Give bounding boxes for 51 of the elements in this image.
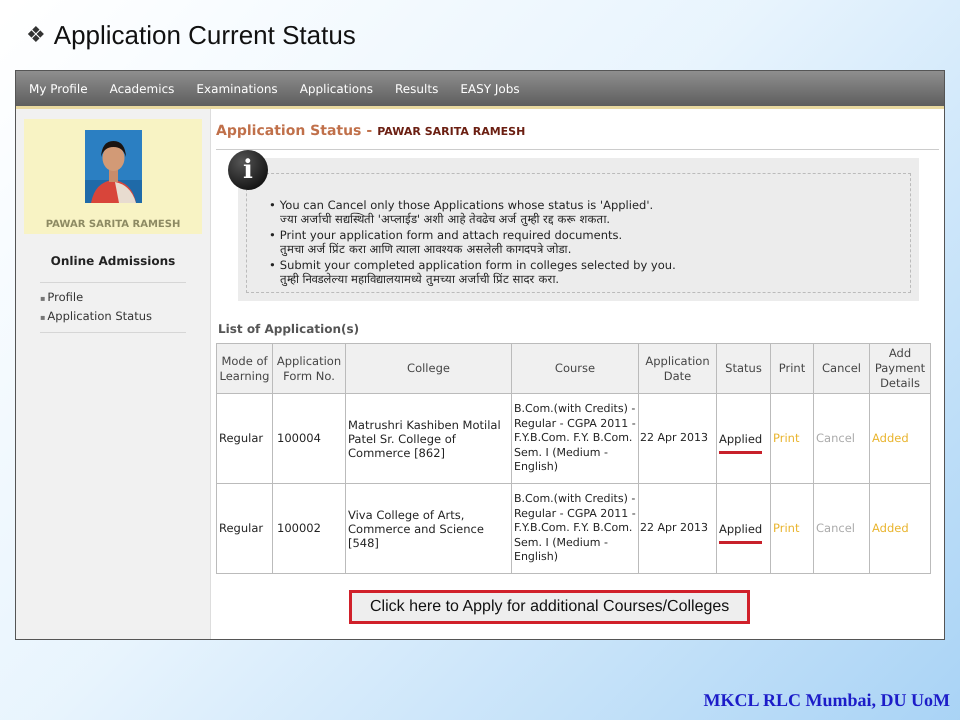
- nav-item[interactable]: My Profile: [29, 80, 88, 98]
- note-text: Submit your completed application form in colleges selected by you.: [280, 258, 676, 272]
- note-bullet: •: [269, 258, 276, 274]
- nav-item[interactable]: Applications: [300, 80, 373, 98]
- nav-item[interactable]: Academics: [110, 80, 174, 98]
- sidebar-link[interactable]: ▪ Application Status: [40, 308, 186, 326]
- nav-item[interactable]: EASY Jobs: [460, 80, 520, 98]
- note-bullet: •: [269, 228, 276, 244]
- column-header: Application Form No.: [272, 344, 346, 394]
- title-separator: -: [366, 122, 372, 141]
- table-cell: 100002: [272, 484, 346, 574]
- column-header: Course: [512, 344, 638, 394]
- student-name: PAWAR SARITA RAMESH: [46, 218, 180, 232]
- sidebar-link[interactable]: ▪ Profile: [40, 289, 186, 306]
- payment-status: Added: [870, 394, 930, 484]
- note-text: Print your application form and attach required documents.: [280, 228, 622, 242]
- column-header: College: [346, 344, 512, 394]
- payment-status: Added: [870, 484, 930, 574]
- sidebar-heading: Online Admissions: [40, 252, 186, 283]
- info-icon: i: [228, 150, 268, 190]
- table-cell: Regular: [216, 394, 272, 484]
- slide-title: Application Current Status: [54, 18, 356, 52]
- apply-button[interactable]: Click here to Apply for additional Courses/Colleges: [349, 590, 750, 624]
- table-cell: B.Com.(with Credits) - Regular - CGPA 2011 - F.Y.B.Com. F.Y. B.Com. Sem. I (Medium - English): [512, 394, 638, 484]
- column-header: Status: [716, 344, 770, 394]
- column-header: Add Payment Details: [870, 344, 930, 394]
- page-title: Application Status: [216, 122, 362, 141]
- note-translation: ज्या अर्जाची सद्यस्थिती 'अप्लाईड' अशी आहे तेवढेच अर्ज तुम्ही रद्द करू शकता.: [280, 212, 611, 226]
- note-translation: तुमचा अर्ज प्रिंट करा आणि त्याला आवश्यक असलेली कागदपत्रे जोडा.: [280, 242, 572, 256]
- status-text: Applied: [719, 520, 762, 544]
- note-bullet: •: [269, 198, 276, 214]
- table-cell: 22 Apr 2013: [638, 394, 716, 484]
- column-header: Cancel: [814, 344, 870, 394]
- column-header: Application Date: [638, 344, 716, 394]
- column-header: Mode of Learning: [216, 344, 272, 394]
- nav-item[interactable]: Examinations: [196, 80, 278, 98]
- column-header: Print: [770, 344, 814, 394]
- nav-item[interactable]: Results: [395, 80, 438, 98]
- student-name-heading: PAWAR SARITA RAMESH: [377, 124, 526, 140]
- list-title: List of Application(s): [218, 321, 360, 338]
- table-cell: Matrushri Kashiben Motilal Patel Sr. College of Commerce [862]: [346, 394, 512, 484]
- table-cell: 100004: [272, 394, 346, 484]
- table-cell: B.Com.(with Credits) - Regular - CGPA 2011 - F.Y.B.Com. F.Y. B.Com. Sem. I (Medium - English): [512, 484, 638, 574]
- table-cell: 22 Apr 2013: [638, 484, 716, 574]
- table-cell: Regular: [216, 484, 272, 574]
- title-bullet: ❖: [26, 22, 46, 50]
- note-translation: तुम्ही निवडलेल्या महाविद्यालयामध्ये तुमच्या अर्जाची प्रिंट सादर करा.: [280, 272, 560, 286]
- status-text: Applied: [719, 430, 762, 454]
- note-text: You can Cancel only those Applications whose status is 'Applied'.: [280, 198, 654, 212]
- slide-footer: MKCL RLC Mumbai, DU UoM: [704, 690, 950, 710]
- table-cell: Viva College of Arts, Commerce and Science [548]: [346, 484, 512, 574]
